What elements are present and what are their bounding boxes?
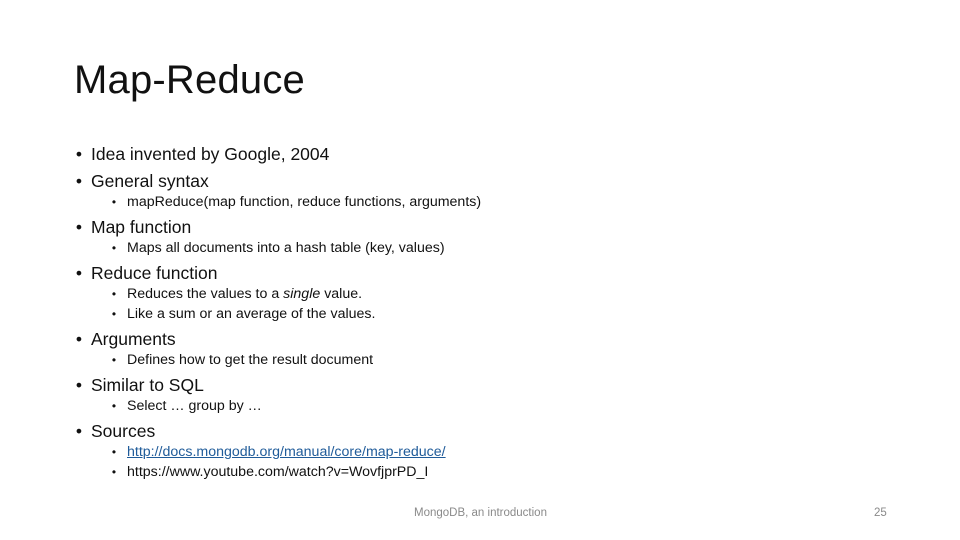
- bullet-text: Idea invented by Google, 2004: [91, 144, 330, 164]
- sub-bullet-text: Defines how to get the result document: [127, 352, 374, 368]
- bullet-dot-icon: •: [111, 353, 117, 367]
- bullet-dot-icon: •: [75, 144, 83, 164]
- bullet-dot-icon: •: [75, 263, 83, 283]
- bullet-text: General syntax: [91, 171, 209, 191]
- bullet-dot-icon: •: [111, 399, 117, 413]
- footer-text: MongoDB, an introduction: [414, 507, 547, 519]
- bullet-text: Map function: [91, 217, 192, 237]
- source-text-youtube: https://www.youtube.com/watch?v=WovfjprP…: [127, 464, 429, 480]
- sub-bullet-text: Like a sum or an average of the values.: [127, 306, 376, 322]
- bullet-dot-icon: •: [111, 465, 117, 479]
- bullet-text: Arguments: [91, 329, 176, 349]
- sub-bullet-text: Maps all documents into a hash table (ke…: [127, 240, 445, 256]
- emphasis-text: single: [283, 286, 321, 302]
- bullet-text: Reduce function: [91, 263, 218, 283]
- slide-title: Map-Reduce: [74, 58, 306, 102]
- bullet-text: Similar to SQL: [91, 375, 204, 395]
- text-run: Reduces the values to a: [127, 286, 284, 302]
- bullet-dot-icon: •: [75, 171, 83, 191]
- bullet-dot-icon: •: [75, 375, 83, 395]
- bullet-dot-icon: •: [75, 329, 83, 349]
- sub-bullet-text: Reduces the values to a single value.: [127, 285, 362, 303]
- bullet-dot-icon: •: [111, 195, 117, 209]
- sub-bullet-text: Select … group by …: [127, 398, 262, 414]
- bullet-dot-icon: •: [111, 287, 117, 301]
- bullet-dot-icon: •: [75, 421, 83, 441]
- text-run: value.: [320, 286, 363, 302]
- bullet-dot-icon: •: [111, 307, 117, 321]
- bullet-dot-icon: •: [75, 217, 83, 237]
- bullet-dot-icon: •: [111, 241, 117, 255]
- sub-bullet-text: mapReduce(map function, reduce functions…: [127, 194, 482, 210]
- page-number: 25: [874, 507, 887, 519]
- source-link-mongodb-docs[interactable]: http://docs.mongodb.org/manual/core/map-…: [127, 443, 446, 461]
- bullet-dot-icon: •: [111, 445, 117, 459]
- bullet-text: Sources: [91, 421, 156, 441]
